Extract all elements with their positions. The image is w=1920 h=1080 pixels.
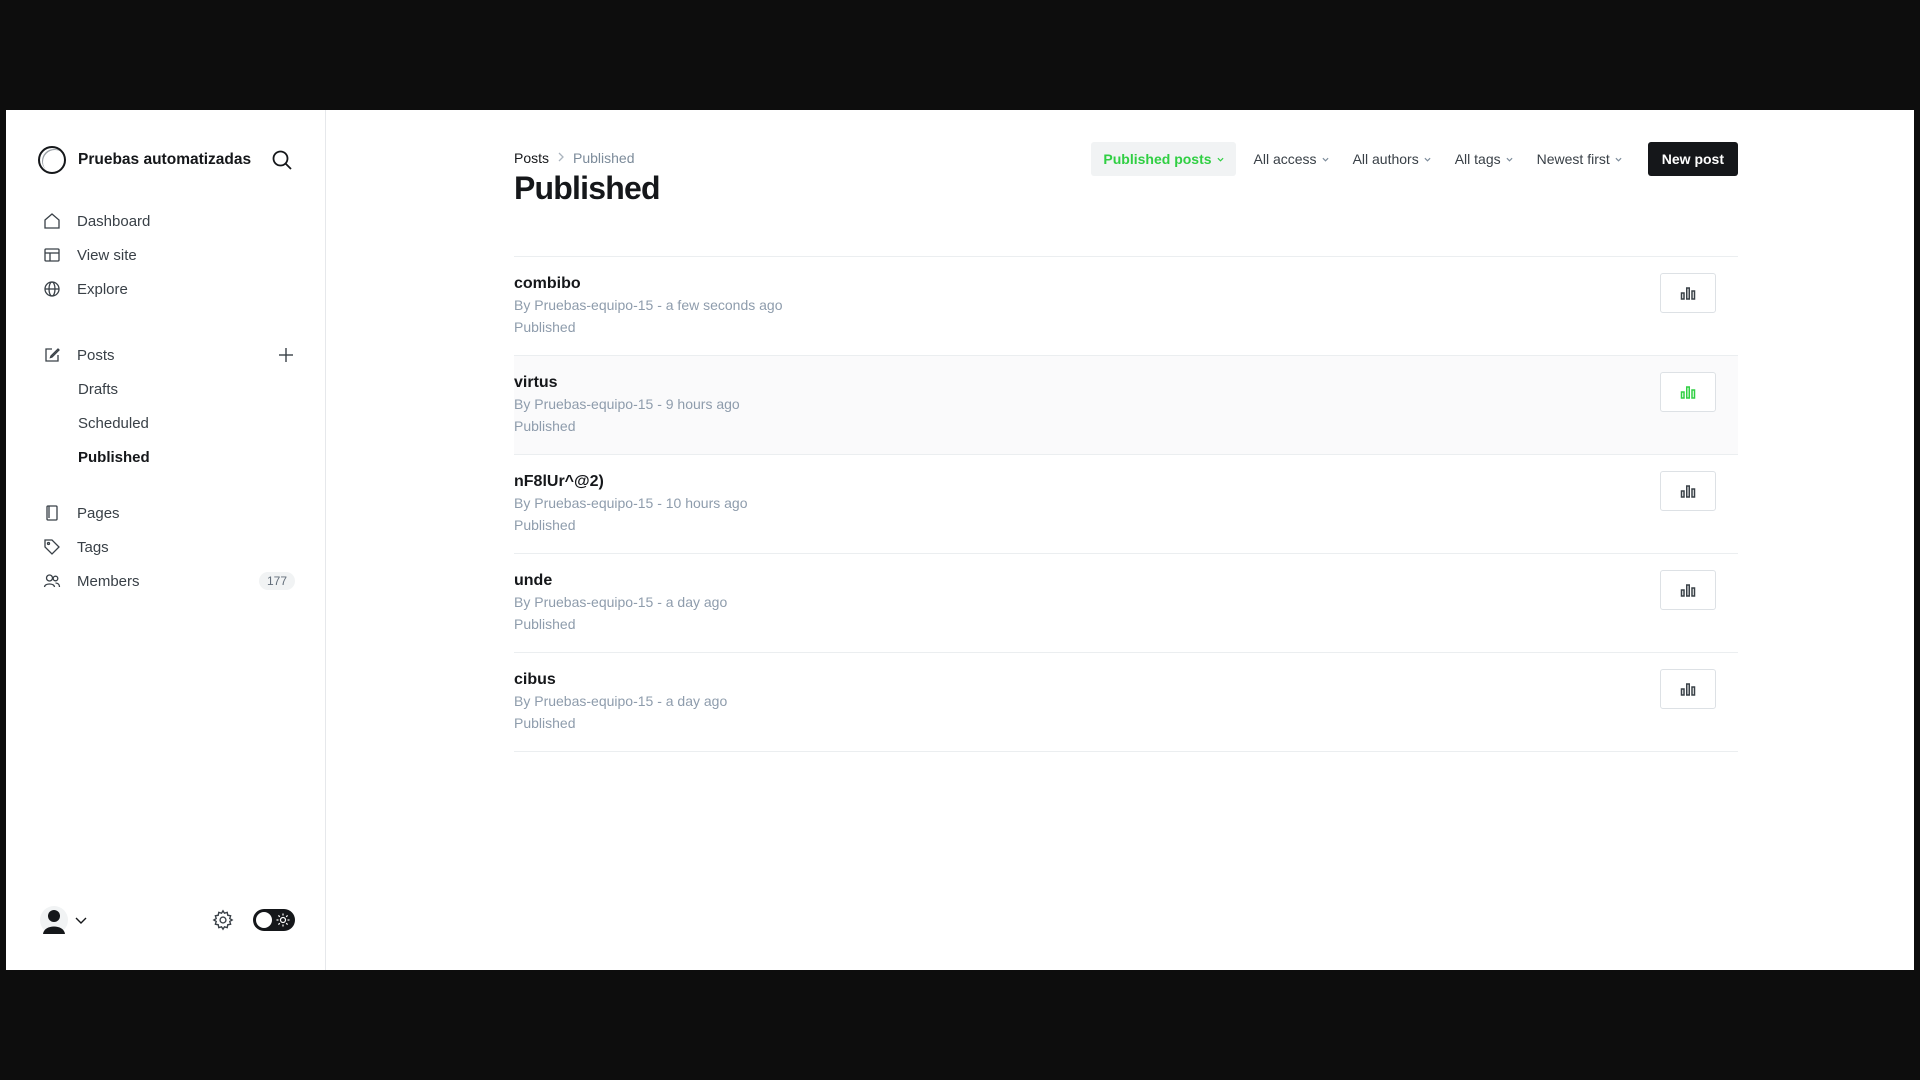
filter-label: Published posts: [1103, 151, 1212, 167]
sidebar-item-label: Drafts: [78, 380, 119, 398]
post-title: combibo: [514, 275, 581, 292]
members-icon: [43, 572, 61, 590]
list-item[interactable]: cibus By Pruebas-equipo-15 - a day ago P…: [514, 653, 1738, 752]
filter-label: All tags: [1454, 151, 1501, 167]
sidebar-footer: [40, 904, 295, 936]
sidebar-item-label: Members: [77, 572, 140, 590]
sidebar-item-explore[interactable]: Explore: [6, 272, 325, 306]
analytics-icon: [1680, 287, 1696, 300]
sidebar-item-posts[interactable]: Posts: [6, 338, 325, 372]
post-title: virtus: [514, 374, 558, 391]
sidebar-item-label: Explore: [77, 280, 128, 298]
authors-filter[interactable]: All authors: [1341, 142, 1443, 176]
filter-label: All access: [1253, 151, 1317, 167]
toggle-knob: [256, 912, 272, 928]
members-count-badge: 177: [258, 572, 295, 590]
analytics-button[interactable]: [1660, 471, 1716, 511]
sun-icon: [276, 913, 290, 927]
sidebar-item-label: Posts: [77, 346, 115, 364]
post-status: Published: [514, 517, 576, 533]
view-site-icon: [43, 246, 61, 264]
sidebar-item-label: Tags: [77, 538, 109, 556]
sidebar-item-tags[interactable]: Tags: [6, 530, 325, 564]
globe-icon: [43, 280, 61, 298]
edit-icon: [43, 346, 61, 364]
breadcrumb: Posts Published: [514, 150, 635, 166]
post-status: Published: [514, 418, 576, 434]
pages-icon: [43, 504, 61, 522]
sidebar-item-scheduled[interactable]: Scheduled: [6, 406, 325, 440]
analytics-icon: [1680, 683, 1696, 696]
sidebar-item-published[interactable]: Published: [6, 440, 325, 474]
sidebar-item-view-site[interactable]: View site: [6, 238, 325, 272]
post-title: unde: [514, 572, 553, 589]
sidebar-item-members[interactable]: Members 177: [6, 564, 325, 598]
new-post-button[interactable]: New post: [1647, 142, 1738, 176]
filter-bar: Published posts All access All authors A…: [1091, 142, 1738, 176]
list-item[interactable]: combibo By Pruebas-equipo-15 - a few sec…: [514, 257, 1738, 356]
content-nav: Pages Tags Members 177: [6, 496, 325, 598]
breadcrumb-separator-icon: [557, 151, 565, 165]
sort-order-filter[interactable]: Newest first: [1525, 142, 1634, 176]
post-title: cibus: [514, 671, 556, 688]
sidebar-item-dashboard[interactable]: Dashboard: [6, 204, 325, 238]
post-list: combibo By Pruebas-equipo-15 - a few sec…: [514, 256, 1738, 752]
chevron-down-icon: [1615, 157, 1622, 162]
chevron-down-icon: [74, 913, 88, 927]
gear-icon[interactable]: [212, 909, 234, 931]
analytics-button[interactable]: [1660, 669, 1716, 709]
home-icon: [43, 212, 61, 230]
analytics-button[interactable]: [1660, 273, 1716, 313]
sidebar-item-drafts[interactable]: Drafts: [6, 372, 325, 406]
sidebar-item-label: View site: [77, 246, 137, 264]
main-content: Posts Published Published Published post…: [326, 110, 1914, 970]
sidebar-item-pages[interactable]: Pages: [6, 496, 325, 530]
analytics-button[interactable]: [1660, 372, 1716, 412]
post-title: nF8lUr^@2): [514, 473, 604, 490]
filter-label: All authors: [1352, 151, 1419, 167]
access-filter[interactable]: All access: [1242, 142, 1341, 176]
avatar-icon: [40, 906, 68, 934]
sidebar-item-label: Published: [78, 448, 150, 466]
list-item[interactable]: nF8lUr^@2) By Pruebas-equipo-15 - 10 hou…: [514, 455, 1738, 554]
chevron-down-icon: [1322, 157, 1329, 162]
post-meta: By Pruebas-equipo-15 - a few seconds ago: [514, 297, 783, 313]
chevron-down-icon: [1506, 157, 1513, 162]
post-meta: By Pruebas-equipo-15 - 9 hours ago: [514, 396, 740, 412]
plus-icon[interactable]: [277, 346, 295, 364]
breadcrumb-current: Published: [573, 150, 635, 166]
search-icon[interactable]: [270, 148, 294, 172]
user-menu[interactable]: [40, 906, 88, 934]
post-meta: By Pruebas-equipo-15 - a day ago: [514, 594, 728, 610]
analytics-icon: [1680, 584, 1696, 597]
sidebar-item-label: Pages: [77, 504, 120, 522]
app-window: Pruebas automatizadas Dashboard View sit…: [6, 110, 1914, 970]
filter-label: Newest first: [1536, 151, 1610, 167]
breadcrumb-posts-link[interactable]: Posts: [514, 150, 549, 166]
list-item[interactable]: unde By Pruebas-equipo-15 - a day ago Pu…: [514, 554, 1738, 653]
analytics-icon: [1680, 386, 1696, 399]
post-status: Published: [514, 319, 576, 335]
chevron-down-icon: [1217, 157, 1224, 162]
chevron-down-icon: [1424, 157, 1431, 162]
list-item[interactable]: virtus By Pruebas-equipo-15 - 9 hours ag…: [514, 356, 1738, 455]
posts-nav: Posts Drafts Scheduled Published: [6, 338, 325, 474]
page-title: Published: [514, 170, 661, 206]
site-name: Pruebas automatizadas: [78, 151, 252, 168]
tags-filter[interactable]: All tags: [1443, 142, 1525, 176]
post-status: Published: [514, 616, 576, 632]
post-type-filter[interactable]: Published posts: [1091, 142, 1236, 176]
primary-nav: Dashboard View site Explore: [6, 204, 325, 306]
sidebar: Pruebas automatizadas Dashboard View sit…: [6, 110, 326, 970]
sidebar-item-label: Dashboard: [77, 212, 151, 230]
theme-toggle[interactable]: [253, 909, 295, 931]
tag-icon: [43, 538, 61, 556]
sidebar-item-label: Scheduled: [78, 414, 149, 432]
site-logo-icon: [38, 146, 66, 174]
post-status: Published: [514, 715, 576, 731]
post-meta: By Pruebas-equipo-15 - a day ago: [514, 693, 728, 709]
post-meta: By Pruebas-equipo-15 - 10 hours ago: [514, 495, 748, 511]
analytics-icon: [1680, 485, 1696, 498]
analytics-button[interactable]: [1660, 570, 1716, 610]
